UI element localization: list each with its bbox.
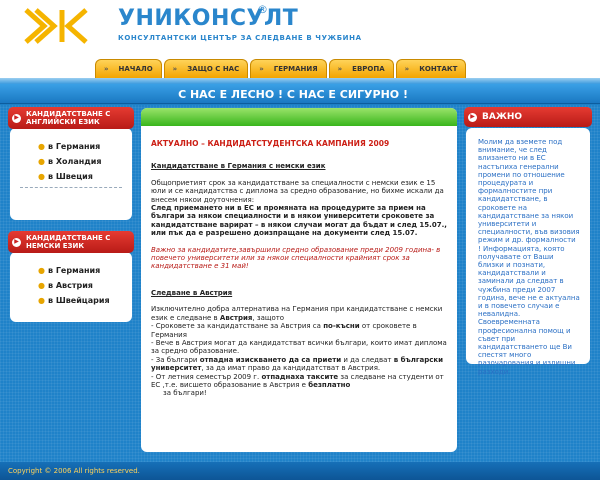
logo-icon[interactable] (22, 6, 92, 46)
nav-tab-home[interactable]: » НАЧАЛО (95, 59, 162, 78)
paragraph-austria: Изключително добра алтернатива на Герман… (151, 305, 447, 397)
text-bold: по-късни (323, 322, 360, 331)
chevron-right-icon: » (337, 65, 343, 73)
important-text: Молим да вземете под внимание, че след в… (478, 138, 580, 376)
nav-tab-europe[interactable]: » ЕВРОПА (328, 59, 394, 78)
text-part: за българи! (163, 389, 207, 398)
paragraph-text: Общоприетият срок за кандидатстване за с… (151, 178, 444, 204)
slogan-bar: С НАС Е ЛЕСНО ! С НАС Е СИГУРНО ! (0, 84, 600, 104)
main-nav: » НАЧАЛО » ЗАЩО С НАС » ГЕРМАНИЯ » ЕВРОПА » К… (95, 56, 467, 78)
nav-tab-why-us[interactable]: » ЗАЩО С НАС (163, 59, 249, 78)
important-box: Молим да вземете под внимание, че след в… (466, 128, 590, 376)
link-english-germany[interactable]: ● в Германия (38, 142, 132, 151)
link-label: в Германия (47, 266, 101, 275)
text-bold: отпаднаха таксите (261, 372, 339, 381)
link-label: в Холандия (47, 157, 102, 166)
german-language-heading: ▶ КАНДИДАТСТВАНЕ С НЕМСКИ ЕЗИК (8, 231, 134, 253)
link-german-germany[interactable]: ● в Германия (38, 266, 132, 275)
arrow-right-icon: ▶ (468, 112, 477, 122)
link-label: в Швеция (47, 172, 93, 181)
text-part: - Вече в Австрия могат да кандидатстват … (151, 338, 447, 356)
nav-label: ГЕРМАНИЯ (273, 65, 318, 73)
text-part: , защото (252, 313, 285, 322)
text-part: , за да имат право да кандидатстват в Ав… (201, 364, 381, 373)
article-title: АКТУАЛНО – КАНДИДАТСТУДЕНТСКА КАМПАНИЯ 2… (151, 139, 390, 148)
link-german-austria[interactable]: ● в Австрия (38, 281, 132, 290)
link-german-switzerland[interactable]: ● в Швейцария (38, 296, 132, 305)
link-english-netherlands[interactable]: ● в Холандия (38, 157, 132, 166)
paragraph-germany: Общоприетият срок за кандидатстване за с… (151, 179, 447, 238)
link-label: в Австрия (47, 281, 93, 290)
text-bold: безплатно (308, 380, 351, 389)
deadline-note: Важно за кандидатите,завършили средно об… (151, 245, 441, 271)
text-bold: Австрия (219, 313, 253, 322)
heading-label: КАНДИДАТСТВАНЕ С АНГЛИЙСКИ ЕЗИК (26, 110, 111, 126)
text-part: - От летния семестър 2009 г. (151, 372, 260, 381)
important-heading: ▶ ВАЖНО (464, 107, 592, 127)
bullet-icon: ● (38, 296, 45, 305)
article: АКТУАЛНО – КАНДИДАТСТУДЕНТСКА КАМПАНИЯ 2… (151, 139, 447, 398)
main-content: АКТУАЛНО – КАНДИДАТСТУДЕНТСКА КАМПАНИЯ 2… (141, 108, 457, 452)
content-top-bar (141, 108, 457, 126)
chevron-right-icon: » (404, 65, 410, 73)
nav-label: НАЧАЛО (118, 65, 153, 73)
text-part: - За българи (151, 355, 198, 364)
german-language-box: ● в Германия ● в Австрия ● в Швейцария (10, 252, 132, 322)
brand-name: УНИКОНСУЛТ (118, 6, 299, 31)
paragraph-bold-text: След приемането ни в ЕС и промяната на п… (151, 204, 447, 238)
nav-label: ЕВРОПА (352, 65, 385, 73)
divider (20, 187, 122, 188)
brand-tagline: КОНСУЛТАНТСКИ ЦЕНТЪР ЗА СЛЕДВАНЕ В ЧУЖБИ… (118, 34, 362, 42)
registered-mark: ® (257, 3, 268, 16)
chevron-right-icon: » (104, 65, 109, 73)
footer: Copyright © 2006 All rights reserved. (0, 462, 600, 480)
heading-label: ВАЖНО (482, 112, 523, 122)
text-part: Изключително добра алтернатива на Герман… (151, 305, 443, 322)
english-language-box: ● в Германия ● в Холандия ● в Швеция (10, 128, 132, 220)
arrow-right-icon: ▶ (12, 237, 21, 247)
section-heading-germany: Кандидатстване в Германия с немски език (151, 162, 326, 171)
bullet-icon: ● (38, 172, 45, 181)
link-label: в Германия (47, 142, 101, 151)
text-part: и да следват (343, 355, 392, 364)
header: УНИКОНСУЛТ ® КОНСУЛТАНТСКИ ЦЕНТЪР ЗА СЛЕ… (0, 0, 600, 82)
chevron-right-icon: » (172, 65, 178, 73)
text-part: - Сроковете за кандидатстване за Австрия… (151, 322, 321, 331)
english-language-heading: ▶ КАНДИДАТСТВАНЕ С АНГЛИЙСКИ ЕЗИК (8, 107, 134, 129)
nav-label: КОНТАКТ (419, 65, 458, 73)
link-english-sweden[interactable]: ● в Швеция (38, 172, 132, 181)
bullet-icon: ● (38, 281, 45, 290)
nav-tab-contact[interactable]: » КОНТАКТ (395, 59, 467, 78)
text-bold: отпадна изискването да са приети (199, 355, 342, 364)
bullet-icon: ● (38, 266, 45, 275)
nav-label: ЗАЩО С НАС (187, 65, 240, 73)
heading-label: КАНДИДАТСТВАНЕ С НЕМСКИ ЕЗИК (26, 234, 111, 250)
copyright-text: Copyright © 2006 All rights reserved. (8, 467, 140, 475)
arrow-right-icon: ▶ (12, 113, 21, 123)
bullet-icon: ● (38, 157, 45, 166)
slogan-text: С НАС Е ЛЕСНО ! С НАС Е СИГУРНО ! (178, 88, 408, 101)
link-label: в Швейцария (47, 296, 110, 305)
section-heading-austria: Следване в Австрия (151, 288, 233, 297)
bullet-icon: ● (38, 142, 45, 151)
chevron-right-icon: » (259, 65, 264, 73)
nav-tab-germany[interactable]: » ГЕРМАНИЯ (250, 59, 327, 78)
